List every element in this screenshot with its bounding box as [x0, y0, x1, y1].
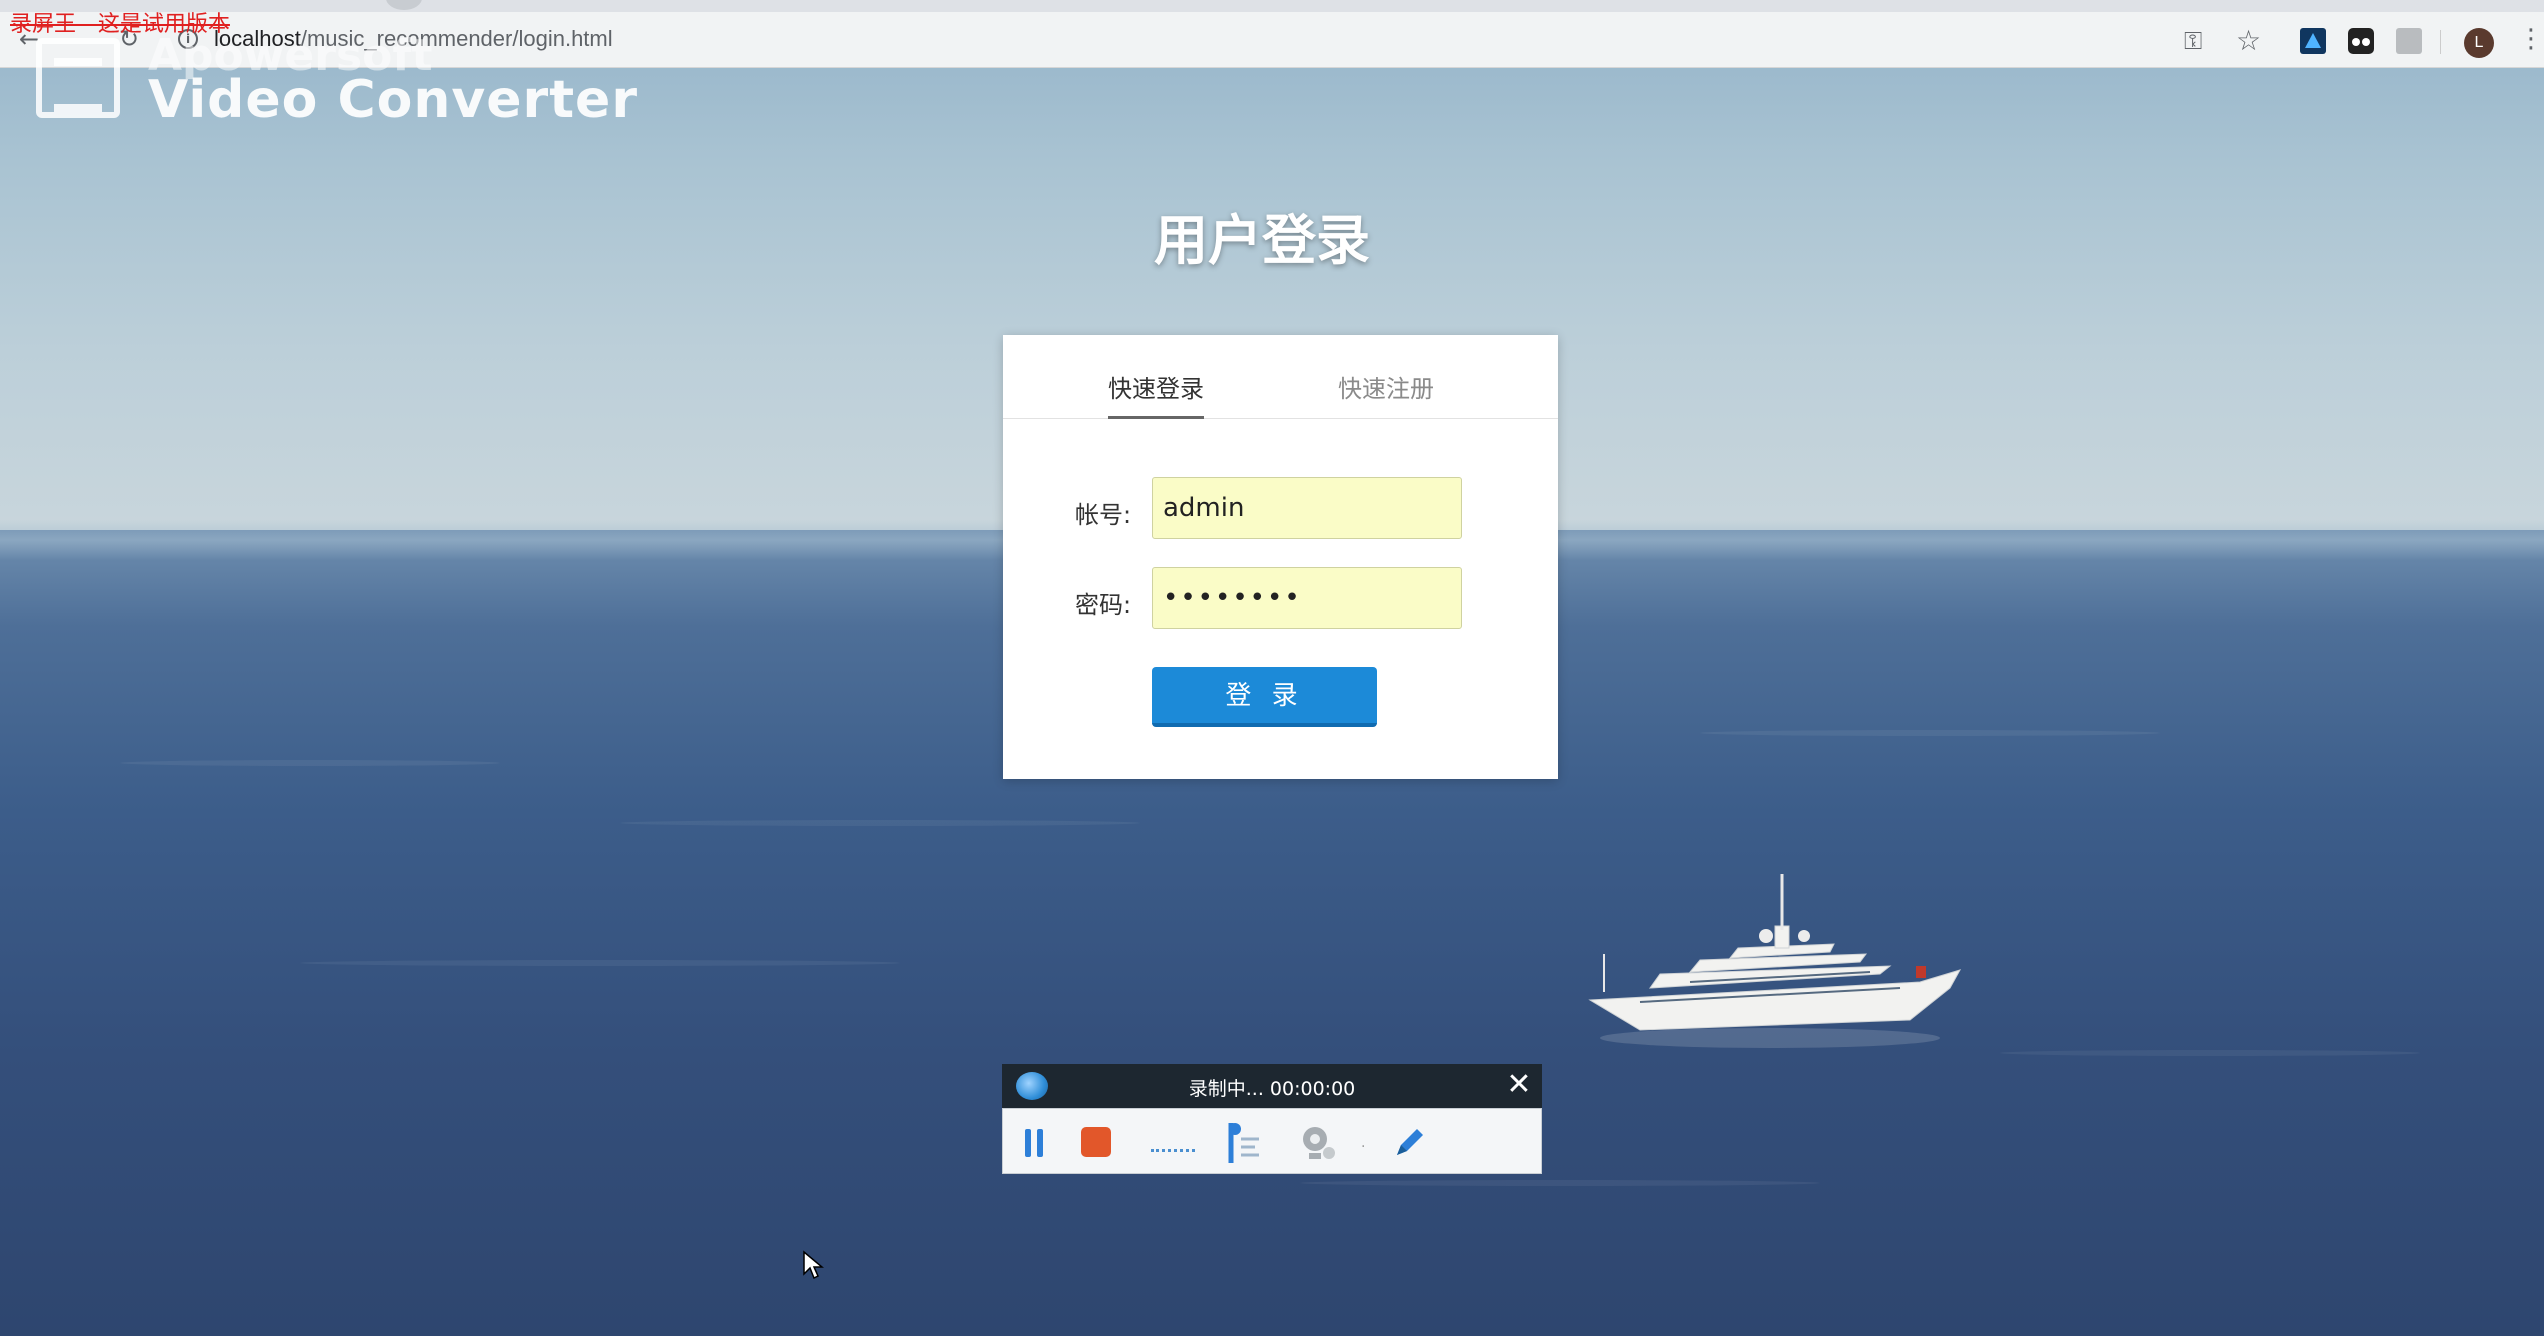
pen-icon[interactable]	[1389, 1123, 1429, 1163]
wave	[1300, 1180, 1820, 1186]
recording-status: 录制中... 00:00:00	[1188, 1078, 1356, 1100]
wave	[2000, 1050, 2420, 1056]
password-input[interactable]: ••••••••	[1152, 567, 1462, 629]
login-card: 快速登录 快速注册 帐号: admin 密码: •••••••• 登 录	[1003, 335, 1558, 779]
star-icon[interactable]: ☆	[2236, 27, 2262, 55]
key-icon[interactable]: ⚿	[2184, 28, 2210, 54]
yacht-image	[1588, 874, 1962, 1048]
marker-icon[interactable]	[1225, 1119, 1265, 1167]
converter-logo-icon	[36, 38, 120, 118]
wave	[620, 820, 1140, 826]
cursor-icon	[803, 1250, 824, 1280]
screen-recorder-widget: 录制中... 00:00:00 ✕ ·	[1002, 1064, 1542, 1174]
account-label: 帐号:	[1075, 501, 1132, 529]
extension-icon[interactable]	[2300, 28, 2326, 54]
pause-icon[interactable]	[1025, 1129, 1045, 1157]
wave	[1700, 730, 2160, 736]
toolbar-divider	[2440, 30, 2441, 54]
wave	[300, 960, 900, 966]
extension-icon[interactable]	[2348, 28, 2374, 54]
dotted-line-icon[interactable]	[1151, 1149, 1195, 1152]
webcam-icon[interactable]	[1299, 1123, 1337, 1163]
trial-watermark: 录屏王 - 这是试用版本	[10, 12, 230, 37]
stop-icon[interactable]	[1081, 1127, 1111, 1157]
wave	[120, 760, 500, 766]
account-input[interactable]: admin	[1152, 477, 1462, 539]
toolbar-separator: ·	[1361, 1139, 1366, 1155]
tab-quick-login[interactable]: 快速登录	[1108, 369, 1204, 419]
tab-quick-register[interactable]: 快速注册	[1338, 369, 1434, 404]
login-button[interactable]: 登 录	[1152, 667, 1377, 727]
extension-icon[interactable]	[2396, 28, 2422, 54]
recorder-toolbar: ·	[1002, 1108, 1542, 1174]
menu-icon[interactable]: ⋮	[2518, 24, 2544, 54]
password-label: 密码:	[1075, 591, 1132, 619]
converter-watermark: Video Converter	[148, 70, 638, 130]
tab-strip	[0, 0, 2544, 12]
recorder-titlebar[interactable]: 录制中... 00:00:00 ✕	[1002, 1064, 1542, 1108]
avatar[interactable]: L	[2464, 28, 2494, 58]
page-title: 用户登录	[1154, 209, 1370, 272]
close-icon[interactable]: ✕	[1504, 1068, 1534, 1102]
login-tabs: 快速登录 快速注册	[1003, 335, 1558, 419]
